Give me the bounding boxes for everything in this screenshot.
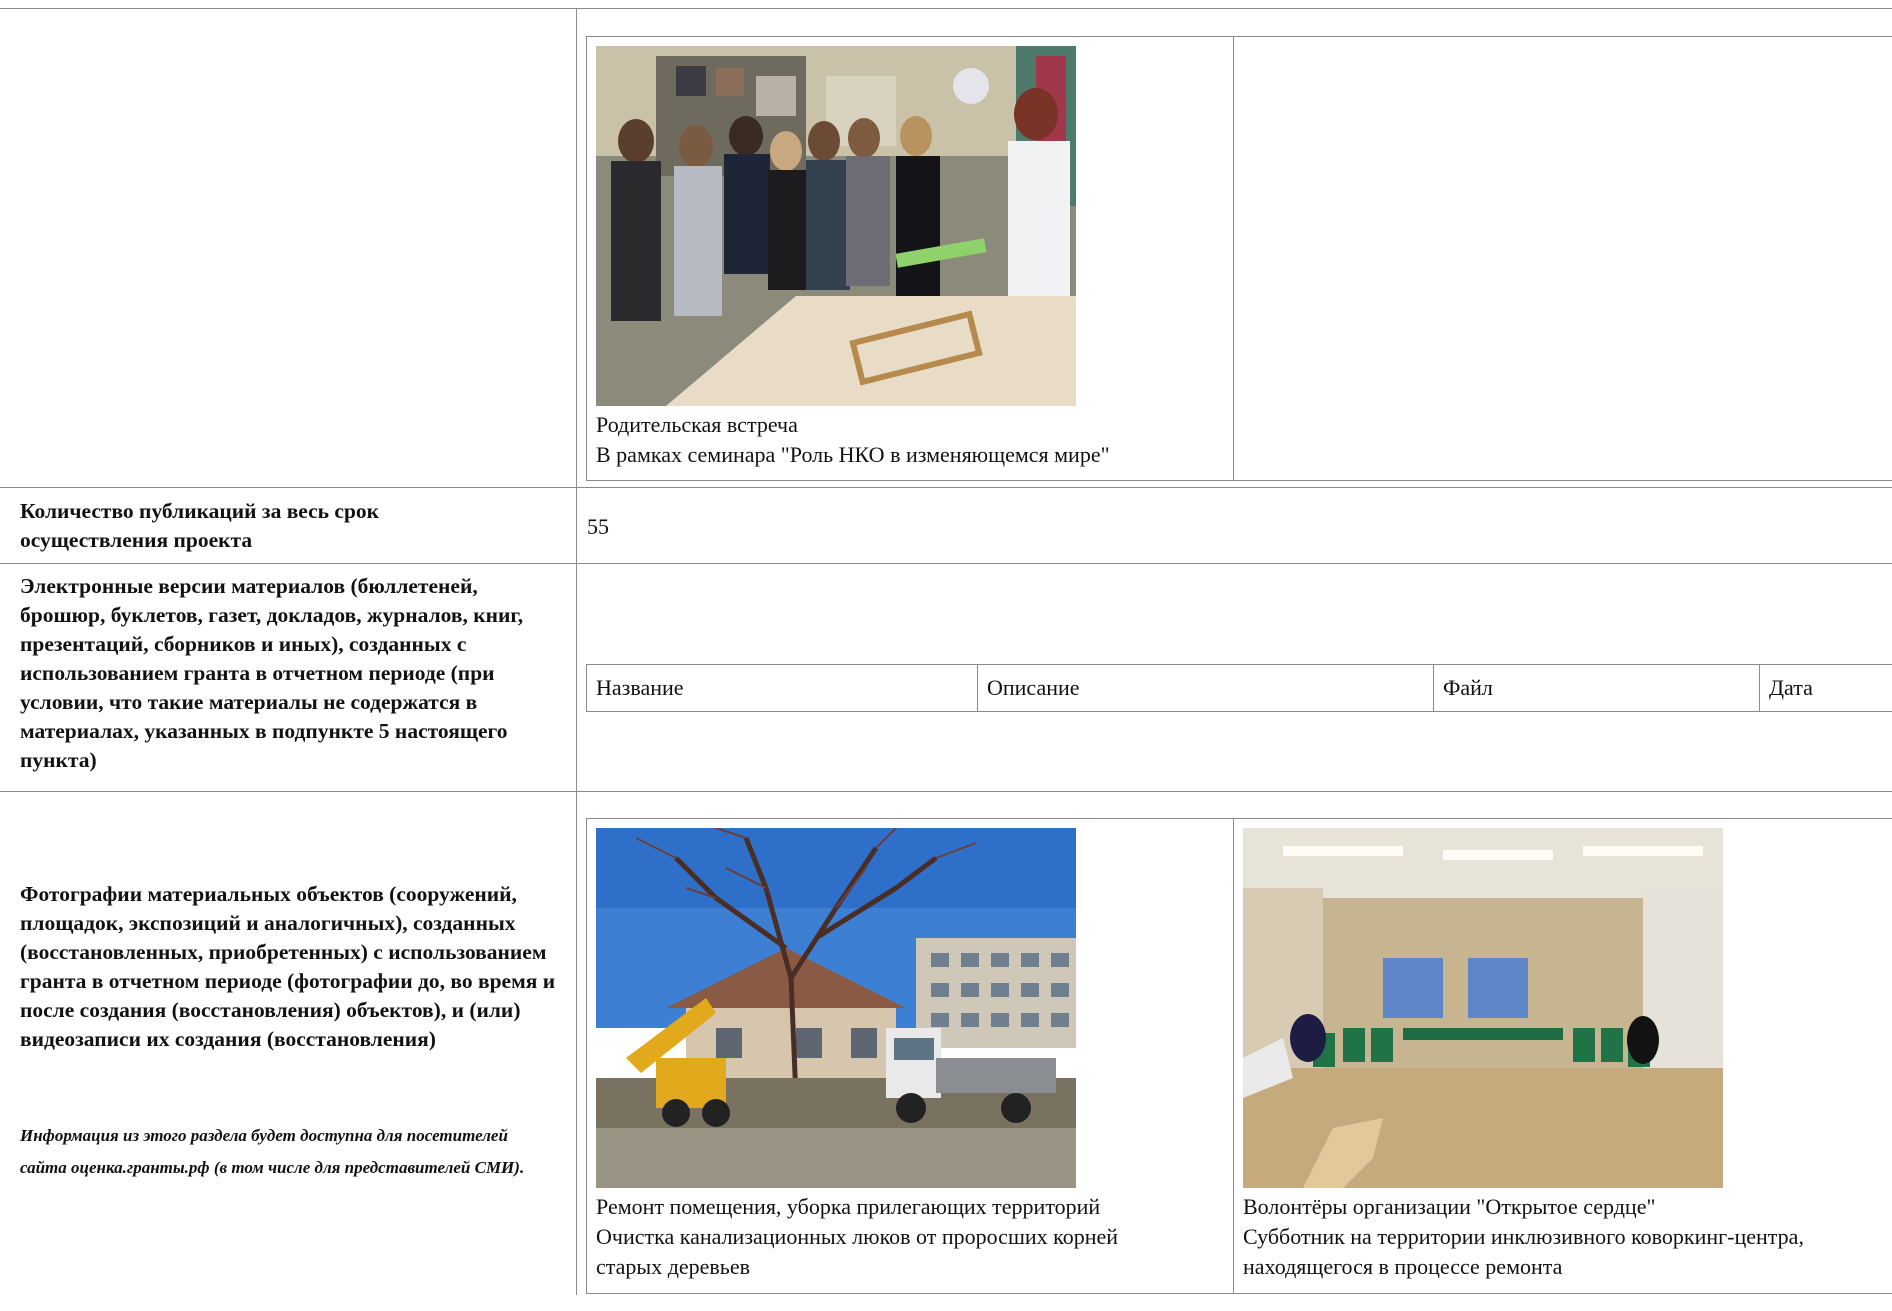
photo-title: Родительская встреча <box>596 412 798 437</box>
photo-description-line: Очистка канализационных люков от проросш… <box>596 1224 1119 1249</box>
photo-card: Волонтёры организации "Открытое сердце" … <box>1233 819 1892 1293</box>
column-header-description: Описание <box>977 665 1433 711</box>
column-header-file: Файл <box>1433 665 1759 711</box>
photo-grid-top: Родительская встреча В рамках семинара "… <box>586 36 1892 481</box>
materials-label: Электронные версии материалов (бюллетене… <box>20 574 524 772</box>
photo-description: В рамках семинара "Роль НКО в изменяющем… <box>596 442 1110 467</box>
coworking-room-photo[interactable] <box>1243 828 1723 1188</box>
group-meeting-photo[interactable] <box>596 46 1076 406</box>
photo-description-line: находящегося в процессе ремонта <box>1243 1254 1563 1279</box>
photo-grid-objects: Ремонт помещения, уборка прилегающих тер… <box>586 818 1892 1294</box>
publications-value: 55 <box>587 514 609 539</box>
objects-label: Фотографии материальных объектов (сооруж… <box>20 882 556 1051</box>
photo-card: Родительская встреча В рамках семинара "… <box>587 37 1233 480</box>
objects-note: Информация из этого раздела будет доступ… <box>20 1126 525 1177</box>
photo-title: Волонтёры организации "Открытое сердце" <box>1243 1194 1656 1219</box>
photo-description-line: Субботник на территории инклюзивного ков… <box>1243 1224 1804 1249</box>
publications-label: Количество публикаций за весь срок осуще… <box>20 499 380 552</box>
photo-title: Ремонт помещения, уборка прилегающих тер… <box>596 1194 1101 1219</box>
photo-description-line: старых деревьев <box>596 1254 750 1279</box>
materials-table: Название Описание Файл Дата <box>586 664 1892 712</box>
photo-card: Ремонт помещения, уборка прилегающих тер… <box>587 819 1233 1293</box>
column-header-date: Дата <box>1759 665 1892 711</box>
empty-photo-cell <box>1233 37 1892 480</box>
excavator-truck-photo[interactable] <box>596 828 1076 1188</box>
column-header-name: Название <box>596 675 684 700</box>
